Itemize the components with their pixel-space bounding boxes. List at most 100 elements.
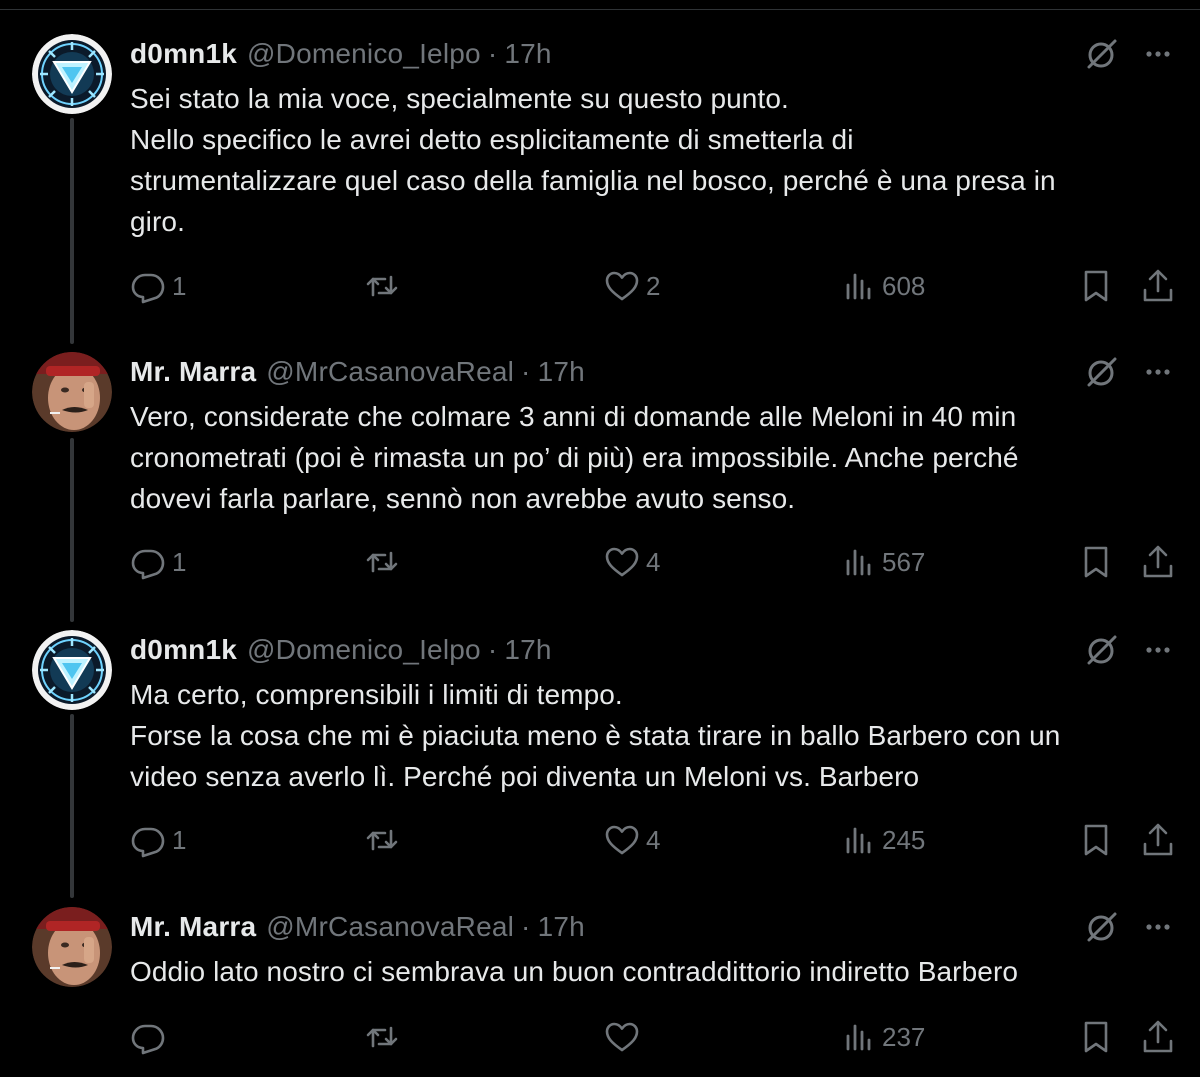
thread-line	[70, 118, 74, 344]
view-count: 237	[882, 1021, 926, 1052]
retweet-icon	[366, 275, 398, 297]
person-avatar-image	[32, 907, 112, 987]
share-icon	[1143, 1020, 1173, 1053]
reply-thread: d0mn1k @Domenico_Ielpo · 17h Sei stato l…	[0, 0, 1200, 1077]
reply-button[interactable]: 1	[130, 820, 186, 860]
user-handle[interactable]: @MrCasanovaReal	[266, 911, 514, 943]
views-button[interactable]: 245	[840, 820, 925, 860]
user-handle[interactable]: @Domenico_Ielpo	[247, 38, 481, 70]
tweet-header: d0mn1k @Domenico_Ielpo · 17h	[130, 34, 552, 74]
tweet-text: Ma certo, comprensibili i limiti di temp…	[130, 674, 1170, 797]
reply-icon	[131, 549, 165, 580]
reply-button[interactable]: 1	[130, 266, 186, 306]
bookmark-icon	[1084, 1021, 1108, 1053]
tweet-text-line: Ma certo, comprensibili i limiti di temp…	[130, 679, 623, 710]
bookmark-button[interactable]	[1078, 542, 1114, 582]
like-count: 4	[646, 824, 661, 855]
views-button[interactable]: 608	[840, 266, 925, 306]
tweet-text-line: Vero, considerate che colmare 3 anni di …	[130, 401, 1017, 432]
heart-icon	[605, 825, 639, 855]
view-count: 567	[882, 546, 926, 577]
user-handle[interactable]: @Domenico_Ielpo	[247, 634, 481, 666]
like-count: 4	[646, 546, 661, 577]
action-bar: 1 4 245	[0, 820, 1200, 860]
bookmark-button[interactable]	[1078, 266, 1114, 306]
separator-dot: ·	[487, 634, 498, 665]
like-button[interactable]: 2	[604, 266, 660, 306]
thread-line	[70, 714, 74, 898]
views-icon	[846, 1024, 871, 1051]
reply-button[interactable]: 1	[130, 542, 186, 582]
tweet-text-line: Nello specifico le avrei detto esplicita…	[130, 124, 854, 155]
reply-count: 1	[172, 270, 187, 301]
display-name[interactable]: Mr. Marra	[130, 356, 256, 388]
views-button[interactable]: 567	[840, 542, 925, 582]
avatar[interactable]	[32, 907, 112, 987]
grok-icon[interactable]	[1084, 909, 1120, 945]
display-name[interactable]: d0mn1k	[130, 634, 237, 666]
tweet-text-line: Sei stato la mia voce, specialmente su q…	[130, 83, 789, 114]
like-button[interactable]: 4	[604, 820, 660, 860]
bookmark-icon	[1084, 546, 1108, 578]
action-bar: 1 2 608	[0, 266, 1200, 306]
view-count: 608	[882, 270, 926, 301]
retweet-icon	[366, 1026, 398, 1048]
reply-icon	[131, 273, 165, 304]
views-icon	[846, 273, 871, 300]
share-icon	[1143, 823, 1173, 856]
display-name[interactable]: d0mn1k	[130, 38, 237, 70]
reply-icon	[131, 1024, 165, 1055]
timestamp[interactable]: 17h	[504, 38, 551, 70]
heart-icon	[605, 1022, 639, 1052]
timestamp[interactable]: 17h	[538, 911, 585, 943]
share-button[interactable]	[1140, 266, 1176, 306]
retweet-button[interactable]	[364, 1017, 406, 1057]
more-icon[interactable]	[1140, 634, 1176, 666]
avatar[interactable]	[32, 34, 112, 114]
retweet-icon	[366, 829, 398, 851]
like-button[interactable]: 4	[604, 542, 660, 582]
like-button[interactable]	[604, 1017, 646, 1057]
share-button[interactable]	[1140, 1017, 1176, 1057]
tweet-header: Mr. Marra @MrCasanovaReal · 17h	[130, 907, 585, 947]
user-handle[interactable]: @MrCasanovaReal	[266, 356, 514, 388]
retweet-icon	[366, 551, 398, 573]
heart-icon	[605, 271, 639, 301]
arc-reactor-avatar-image	[32, 34, 112, 114]
person-avatar-image	[32, 352, 112, 432]
grok-icon[interactable]	[1084, 354, 1120, 390]
tweet-text-line: strumentalizzare quel caso della famigli…	[130, 165, 1056, 196]
bookmark-button[interactable]	[1078, 820, 1114, 860]
retweet-button[interactable]	[364, 266, 406, 306]
action-bar: 1 4 567	[0, 542, 1200, 582]
bookmark-button[interactable]	[1078, 1017, 1114, 1057]
more-icon[interactable]	[1140, 911, 1176, 943]
more-icon[interactable]	[1140, 38, 1176, 70]
arc-reactor-avatar-image	[32, 630, 112, 710]
views-button[interactable]: 237	[840, 1017, 925, 1057]
grok-icon[interactable]	[1084, 36, 1120, 72]
views-icon	[846, 549, 871, 576]
reply-button[interactable]	[130, 1017, 172, 1057]
top-divider	[0, 9, 1200, 10]
display-name[interactable]: Mr. Marra	[130, 911, 256, 943]
timestamp[interactable]: 17h	[504, 634, 551, 666]
reply-count: 1	[172, 546, 187, 577]
retweet-button[interactable]	[364, 820, 406, 860]
thread-line	[70, 438, 74, 622]
share-button[interactable]	[1140, 820, 1176, 860]
tweet-header: Mr. Marra @MrCasanovaReal · 17h	[130, 352, 585, 392]
tweet-text-line: video senza averlo lì. Perché poi divent…	[130, 761, 920, 792]
reply-icon	[131, 827, 165, 858]
avatar[interactable]	[32, 630, 112, 710]
share-icon	[1143, 269, 1173, 302]
tweet-text-line: cronometrati (poi è rimasta un po’ di pi…	[130, 442, 1019, 473]
tweet-text-line: dovevi farla parlare, sennò non avrebbe …	[130, 483, 796, 514]
retweet-button[interactable]	[364, 542, 406, 582]
avatar[interactable]	[32, 352, 112, 432]
action-bar: 237	[0, 1017, 1200, 1057]
more-icon[interactable]	[1140, 356, 1176, 388]
share-button[interactable]	[1140, 542, 1176, 582]
grok-icon[interactable]	[1084, 632, 1120, 668]
timestamp[interactable]: 17h	[538, 356, 585, 388]
